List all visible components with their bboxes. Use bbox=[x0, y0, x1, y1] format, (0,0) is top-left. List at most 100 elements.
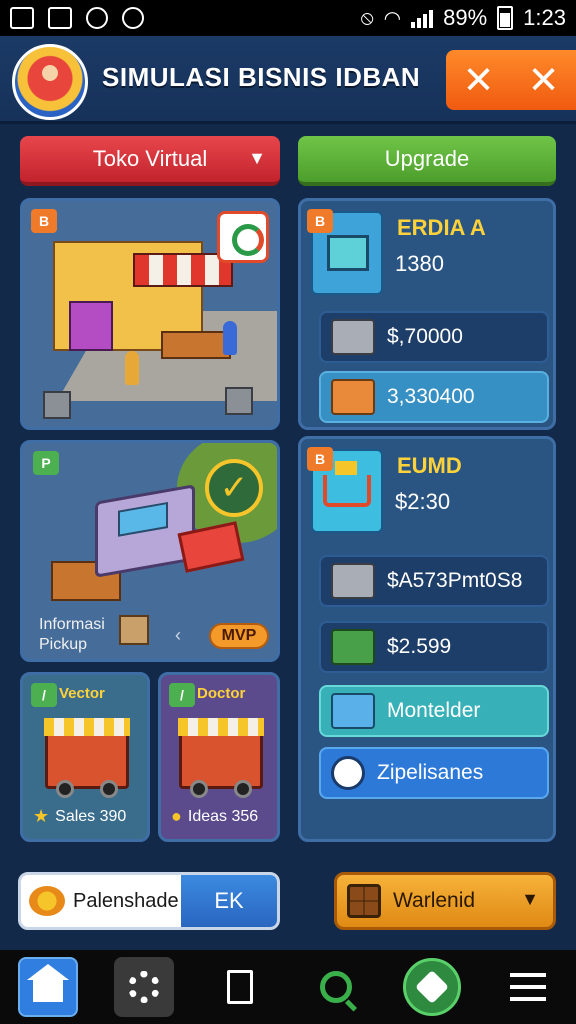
caption-line: Pickup bbox=[39, 636, 88, 653]
chevron-down-icon: ▼ bbox=[521, 889, 539, 909]
food-card-stat-text: Sales 390 bbox=[55, 807, 127, 825]
food-card-stat: ● Ideas 356 bbox=[171, 806, 258, 827]
game-logo bbox=[12, 44, 88, 120]
close-button-group[interactable]: ✕ ✕ bbox=[446, 50, 576, 110]
store-sign-icon bbox=[217, 211, 269, 263]
food-truck-card[interactable]: / Vector ★ Sales 390 bbox=[20, 672, 150, 842]
store-dropdown-label: Toko Virtual bbox=[92, 146, 208, 171]
eye-icon bbox=[331, 756, 365, 790]
search-nav-button[interactable] bbox=[306, 957, 366, 1017]
coin-icon bbox=[29, 886, 65, 916]
item-value: 1380 bbox=[395, 251, 444, 276]
food-truck-illustration bbox=[178, 718, 264, 798]
home-nav-button[interactable] bbox=[18, 957, 78, 1017]
item-panel-bottom: B EUMD $2:30 $A573Pmt0S8 $2.599 Montelde… bbox=[298, 436, 556, 842]
store-shelf bbox=[69, 301, 113, 351]
status-bar: ⦸ ◠ 89% 1:23 bbox=[0, 0, 576, 36]
food-card-title: Doctor bbox=[197, 685, 246, 702]
coin-icon: ● bbox=[171, 806, 182, 826]
star-icon: ★ bbox=[33, 806, 50, 826]
clock-icon bbox=[122, 7, 144, 29]
home-icon bbox=[27, 964, 69, 1002]
store-dropdown[interactable]: Toko Virtual ▼ bbox=[20, 136, 280, 186]
price-row[interactable]: $2.599 bbox=[319, 621, 549, 673]
category-badge: B bbox=[307, 447, 333, 471]
close-icon[interactable]: ✕ bbox=[463, 58, 495, 103]
mvp-button[interactable]: MVP bbox=[209, 623, 269, 649]
upgrade-button[interactable]: Upgrade bbox=[298, 136, 556, 186]
price-row-text: Montelder bbox=[387, 699, 481, 722]
achievements-nav-button[interactable] bbox=[402, 957, 462, 1017]
price-row[interactable]: $A573Pmt0S8 bbox=[319, 555, 549, 607]
wifi-icon: ◠ bbox=[383, 7, 402, 30]
app-header: SIMULASI BISNIS IDBAN ✕ ✕ bbox=[0, 36, 576, 124]
clock-time: 1:23 bbox=[523, 5, 566, 30]
close-icon[interactable]: ✕ bbox=[528, 58, 560, 103]
category-badge: B bbox=[31, 209, 57, 233]
price-row-text: $,70000 bbox=[387, 325, 463, 348]
shopper-figure bbox=[125, 351, 139, 385]
food-card-stat: ★ Sales 390 bbox=[33, 806, 126, 827]
check-icon[interactable]: ✓ bbox=[205, 459, 263, 517]
register-icon bbox=[331, 693, 375, 729]
warehouse-dropdown-label: Warlenid bbox=[393, 889, 476, 912]
crate-icon bbox=[43, 391, 71, 419]
document-icon bbox=[227, 970, 253, 1004]
notification-icon bbox=[86, 7, 108, 29]
food-truck-illustration bbox=[44, 718, 130, 798]
share-icon[interactable]: ‹ bbox=[175, 625, 181, 646]
food-card-title: Vector bbox=[59, 685, 105, 702]
gallery-icon bbox=[48, 7, 72, 29]
category-badge: / bbox=[31, 683, 57, 707]
badge-icon bbox=[403, 958, 461, 1016]
item-panel-top: B ERDIA A 1380 $,70000 3,330400 bbox=[298, 198, 556, 430]
price-row-text: $2.599 bbox=[387, 635, 452, 658]
price-row[interactable]: $,70000 bbox=[319, 311, 549, 363]
cash-icon bbox=[331, 629, 375, 665]
app-title: SIMULASI BISNIS IDBAN bbox=[102, 62, 421, 92]
van-illustration bbox=[95, 484, 195, 578]
upgrade-label: Upgrade bbox=[384, 146, 470, 171]
search-icon bbox=[320, 971, 352, 1003]
price-row-text: $A573Pmt0S8 bbox=[387, 569, 523, 592]
price-row-text: Zipelisanes bbox=[377, 761, 484, 784]
crate-icon bbox=[225, 387, 253, 415]
grid-icon bbox=[347, 884, 381, 918]
menu-nav-button[interactable] bbox=[498, 957, 558, 1017]
store-counter bbox=[161, 331, 231, 359]
currency-pill[interactable]: Palenshade EK bbox=[18, 872, 280, 930]
delivery-caption: Informasi Pickup bbox=[39, 615, 105, 655]
currency-pill-text: Palenshade bbox=[73, 889, 179, 912]
documents-nav-button[interactable] bbox=[210, 957, 270, 1017]
bottom-nav bbox=[0, 950, 576, 1024]
gear-icon bbox=[128, 971, 160, 1003]
machine-icon bbox=[331, 319, 375, 355]
category-badge: P bbox=[33, 451, 59, 475]
settings-nav-button[interactable] bbox=[114, 957, 174, 1017]
mute-icon: ⦸ bbox=[360, 6, 374, 29]
price-row-text: 3,330400 bbox=[387, 385, 475, 408]
package-icon bbox=[119, 615, 149, 645]
signal-icon bbox=[411, 8, 434, 28]
action-bar: Palenshade EK Warlenid ▼ bbox=[0, 858, 576, 950]
food-truck-card[interactable]: / Doctor ● Ideas 356 bbox=[158, 672, 280, 842]
item-name: ERDIA A bbox=[397, 215, 486, 240]
ok-button[interactable]: EK bbox=[181, 875, 277, 927]
warehouse-dropdown[interactable]: Warlenid ▼ bbox=[334, 872, 556, 930]
menu-icon bbox=[510, 973, 546, 1001]
item-value: $2:30 bbox=[395, 489, 451, 514]
store-scene-card[interactable]: B bbox=[20, 198, 280, 430]
delivery-scene-card[interactable]: P ✓ Informasi Pickup ‹ MVP bbox=[20, 440, 280, 662]
image-icon bbox=[10, 7, 34, 29]
box-icon bbox=[331, 379, 375, 415]
clerk-figure bbox=[223, 321, 237, 355]
price-row[interactable]: Montelder bbox=[319, 685, 549, 737]
price-row[interactable]: Zipelisanes bbox=[319, 747, 549, 799]
chevron-down-icon: ▼ bbox=[248, 148, 266, 168]
item-name: EUMD bbox=[397, 453, 462, 478]
price-row[interactable]: 3,330400 bbox=[319, 371, 549, 423]
battery-percent: 89% bbox=[443, 5, 488, 30]
battery-icon bbox=[497, 6, 514, 30]
category-badge: / bbox=[169, 683, 195, 707]
caption-line: Informasi bbox=[39, 616, 105, 633]
